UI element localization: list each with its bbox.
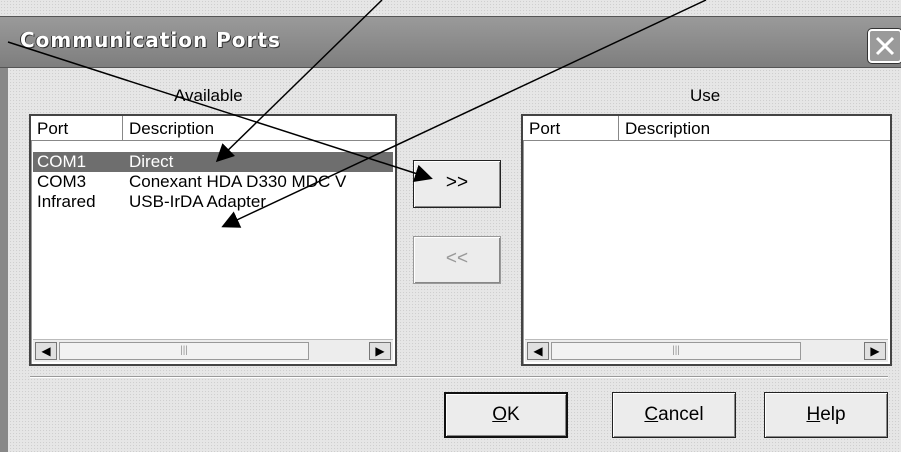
remove-button[interactable]: << — [413, 236, 501, 284]
use-list[interactable]: Port Description ◀ ||| ▶ — [521, 114, 892, 366]
chevron-left-icon: ◀ — [533, 344, 543, 358]
scroll-thumb[interactable]: ||| — [59, 342, 309, 360]
port-cell: COM1 — [37, 152, 87, 171]
scroll-left-button[interactable]: ◀ — [35, 342, 57, 360]
help-button[interactable]: Help — [764, 392, 888, 438]
cancel-accelerator: C — [644, 404, 659, 425]
scroll-thumb[interactable]: ||| — [551, 342, 801, 360]
ok-label: K — [507, 404, 520, 425]
add-button[interactable]: >> — [413, 160, 501, 208]
port-cell: Infrared — [37, 192, 96, 211]
scroll-right-button[interactable]: ▶ — [864, 342, 886, 360]
close-icon — [875, 36, 895, 56]
ok-button[interactable]: OK — [444, 392, 568, 438]
close-button[interactable] — [868, 29, 901, 63]
list-item[interactable]: COM3 Conexant HDA D330 MDC V — [33, 172, 393, 192]
scroll-left-button[interactable]: ◀ — [527, 342, 549, 360]
column-header-port[interactable]: Port — [523, 116, 619, 140]
description-cell: Direct — [129, 152, 174, 171]
column-header-description[interactable]: Description — [619, 116, 888, 140]
chevron-right-icon: ▶ — [870, 344, 880, 358]
scroll-right-button[interactable]: ▶ — [369, 342, 391, 360]
title-bar[interactable]: Communication Ports — [0, 16, 901, 68]
use-caption: Use — [690, 86, 721, 105]
communication-ports-dialog: Communication Ports Available Port Descr… — [0, 0, 901, 452]
list-item[interactable]: Infrared USB-IrDA Adapter — [33, 192, 393, 212]
available-list[interactable]: Port Description COM1 Direct COM3 Conexant … — [29, 114, 397, 366]
cancel-label: ancel — [658, 404, 704, 425]
use-list-header: Port Description — [523, 116, 890, 141]
column-header-description[interactable]: Description — [123, 116, 393, 140]
column-header-port[interactable]: Port — [31, 116, 123, 140]
chevron-left-icon: ◀ — [41, 344, 51, 358]
ok-accelerator: O — [492, 404, 508, 425]
cancel-button[interactable]: Cancel — [612, 392, 736, 438]
help-accelerator: H — [806, 404, 821, 425]
help-label: elp — [820, 404, 846, 425]
separator — [30, 376, 888, 378]
description-cell: Conexant HDA D330 MDC V — [129, 172, 347, 191]
port-cell: COM3 — [37, 172, 87, 191]
window-title: Communication Ports — [20, 28, 281, 52]
use-hscrollbar[interactable]: ◀ ||| ▶ — [525, 339, 888, 362]
list-item[interactable]: COM1 Direct — [33, 152, 393, 172]
available-hscrollbar[interactable]: ◀ ||| ▶ — [33, 339, 393, 362]
description-cell: USB-IrDA Adapter — [129, 192, 267, 211]
chevron-right-icon: ▶ — [375, 344, 385, 358]
available-caption: Available — [174, 86, 243, 105]
available-list-header: Port Description — [31, 116, 395, 141]
window-frame-left — [0, 66, 8, 452]
